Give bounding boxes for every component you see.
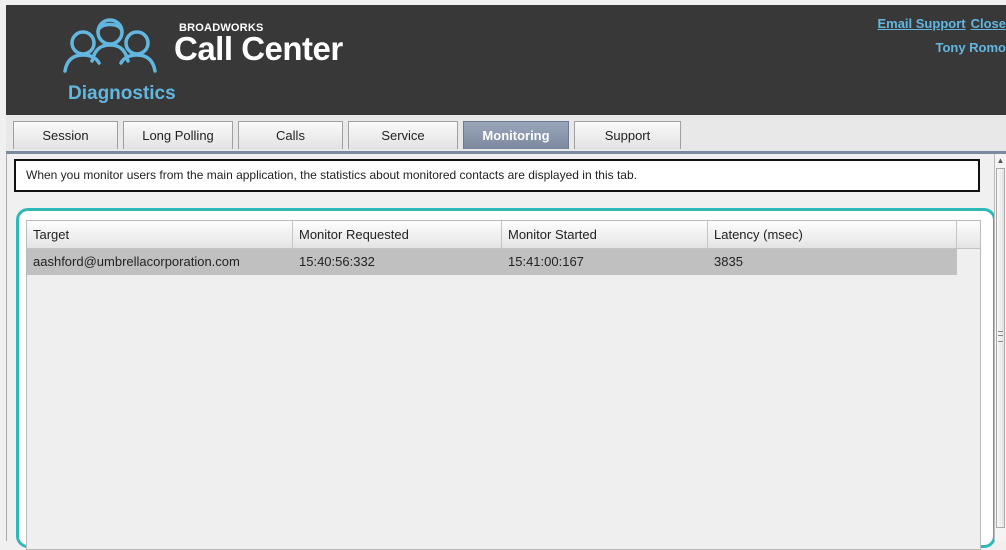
table-row[interactable]: aashford@umbrellacorporation.com 15:40:5…	[27, 249, 957, 275]
scroll-up-arrow-icon[interactable]: ▲	[995, 154, 1006, 168]
monitoring-frame: Target Monitor Requested Monitor Started…	[16, 208, 996, 550]
user-name: Tony Romo	[935, 40, 1006, 55]
cell-target: aashford@umbrellacorporation.com	[33, 254, 240, 269]
scroll-thumb[interactable]	[996, 168, 1005, 528]
close-link[interactable]: Close	[971, 16, 1006, 31]
email-support-link[interactable]: Email Support	[877, 16, 965, 31]
header-links: Email Support Close	[877, 16, 1006, 31]
monitoring-table: Target Monitor Requested Monitor Started…	[26, 220, 981, 550]
app-header: BROADWORKS Call Center Diagnostics Email…	[6, 5, 1006, 115]
info-message: When you monitor users from the main app…	[14, 159, 980, 192]
monitoring-panel: When you monitor users from the main app…	[6, 154, 996, 550]
tab-monitoring[interactable]: Monitoring	[463, 121, 569, 149]
cell-monitor-started: 15:41:00:167	[508, 254, 584, 269]
tab-calls[interactable]: Calls	[238, 121, 343, 149]
column-header-monitor-requested[interactable]: Monitor Requested	[293, 221, 502, 248]
tab-session[interactable]: Session	[13, 121, 118, 149]
cell-monitor-requested: 15:40:56:332	[299, 254, 375, 269]
tab-bar: Session Long Polling Calls Service Monit…	[6, 115, 1006, 154]
column-header-target[interactable]: Target	[27, 221, 293, 248]
column-header-monitor-started[interactable]: Monitor Started	[502, 221, 708, 248]
tab-long-polling[interactable]: Long Polling	[123, 121, 233, 149]
brand-title: Call Center	[174, 30, 343, 67]
vertical-scrollbar[interactable]: ▲	[994, 154, 1006, 541]
table-header: Target Monitor Requested Monitor Started…	[27, 221, 980, 249]
column-header-latency[interactable]: Latency (msec)	[708, 221, 957, 248]
agents-headset-icon	[63, 18, 157, 73]
page-title: Diagnostics	[68, 83, 176, 104]
tab-service[interactable]: Service	[348, 121, 458, 149]
grip-icon	[998, 331, 1003, 342]
tab-support[interactable]: Support	[574, 121, 681, 149]
cell-latency: 3835	[714, 254, 743, 269]
